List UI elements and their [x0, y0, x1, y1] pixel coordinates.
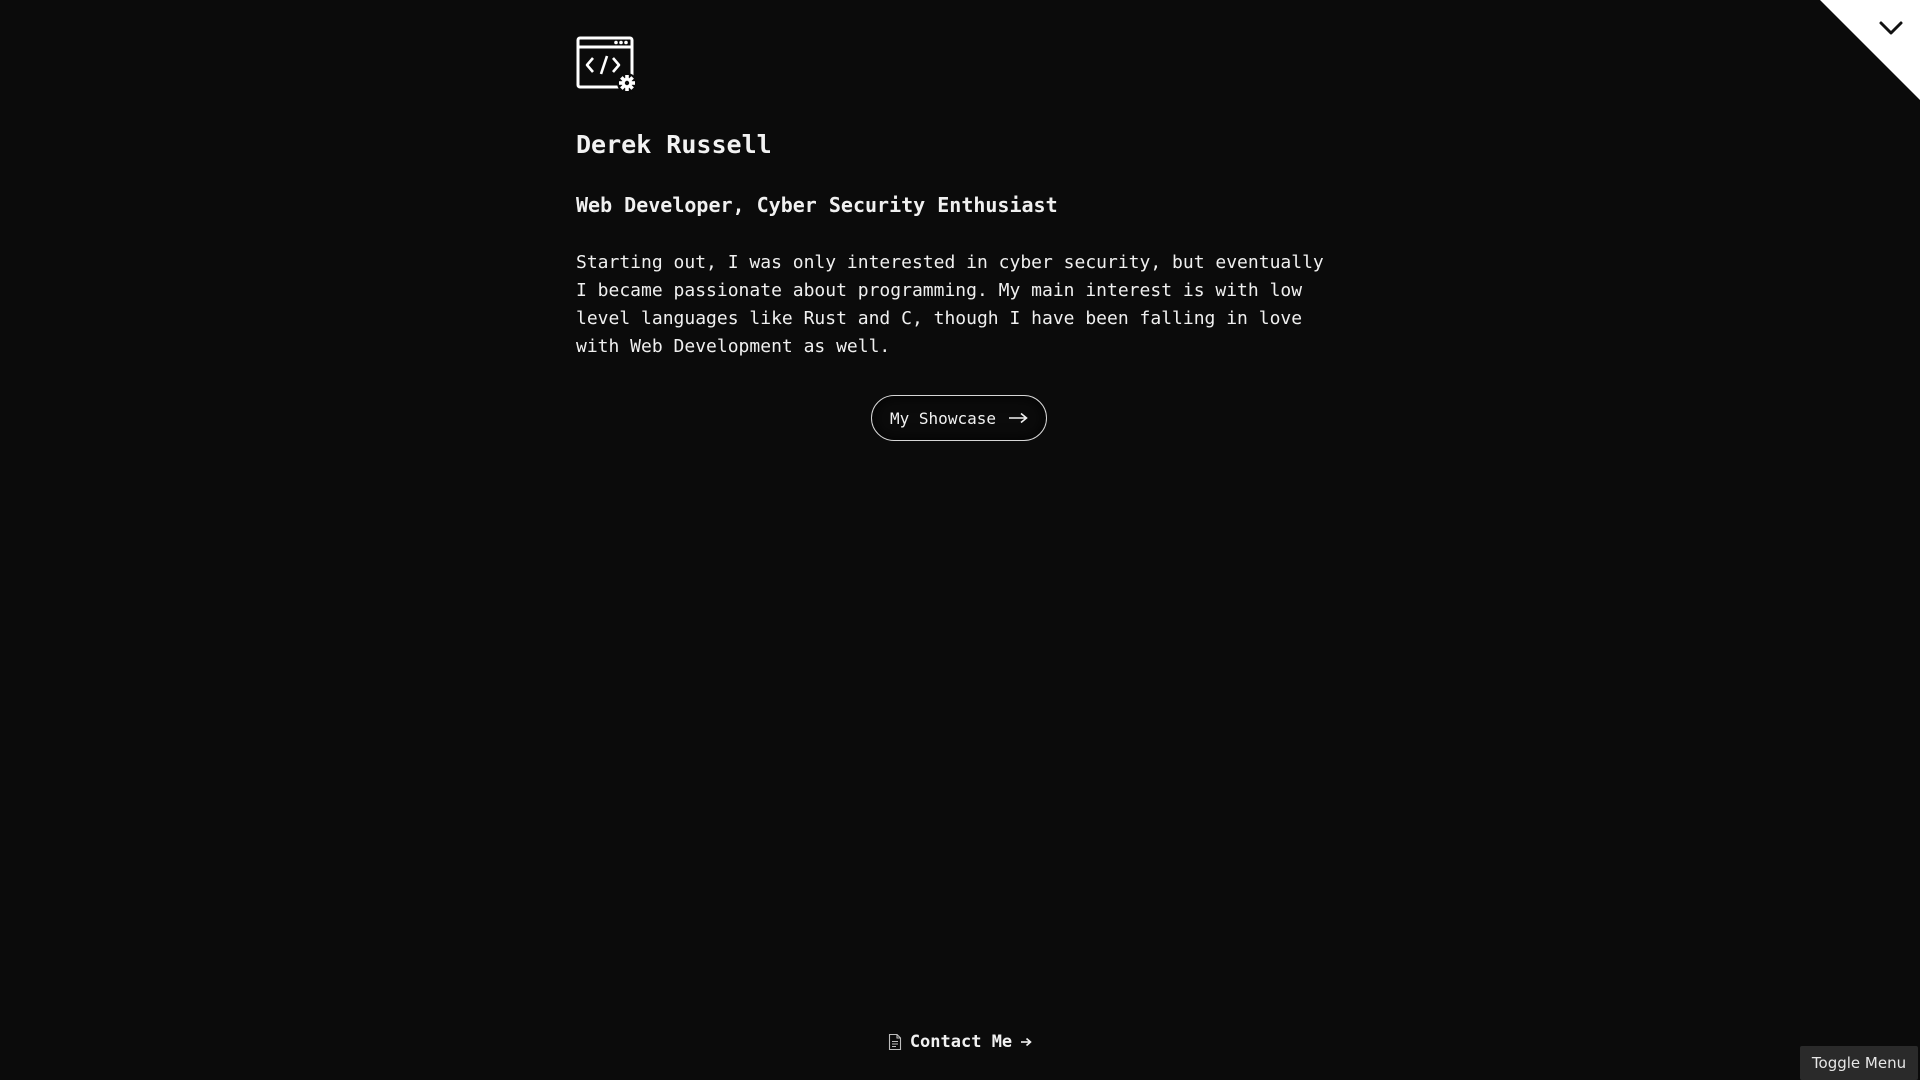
- profile-bio: Starting out, I was only interested in c…: [576, 249, 1366, 361]
- profile-name: Derek Russell: [576, 130, 772, 159]
- intro-section: Derek Russell Web Developer, Cyber Secur…: [576, 36, 1366, 441]
- arrow-right-icon: [1008, 412, 1028, 424]
- toggle-menu-button[interactable]: Toggle Menu: [1800, 1046, 1918, 1080]
- code-window-gear-icon: [576, 36, 637, 93]
- bio-line: with Web Development as well.: [576, 336, 891, 357]
- document-icon: [888, 1033, 901, 1051]
- bio-line: level languages like Rust and C, though …: [576, 308, 1303, 329]
- chevron-down-icon[interactable]: [1878, 18, 1904, 38]
- bio-line: I became passionate about programming. M…: [576, 280, 1303, 301]
- portfolio-page: Derek Russell Web Developer, Cyber Secur…: [0, 0, 1920, 1080]
- showcase-container: My Showcase: [576, 395, 1342, 441]
- bio-line: Starting out, I was only interested in c…: [576, 252, 1324, 273]
- arrow-right-icon: [1021, 1037, 1032, 1047]
- profile-tagline: Web Developer, Cyber Security Enthusiast: [576, 193, 1058, 217]
- showcase-button-label: My Showcase: [890, 408, 996, 428]
- contact-area: Contact Me: [0, 1032, 1920, 1052]
- contact-me-label: Contact Me: [909, 1032, 1013, 1052]
- my-showcase-button[interactable]: My Showcase: [871, 395, 1047, 441]
- corner-menu-triangle[interactable]: [1820, 0, 1920, 100]
- contact-me-link[interactable]: Contact Me: [888, 1032, 1032, 1052]
